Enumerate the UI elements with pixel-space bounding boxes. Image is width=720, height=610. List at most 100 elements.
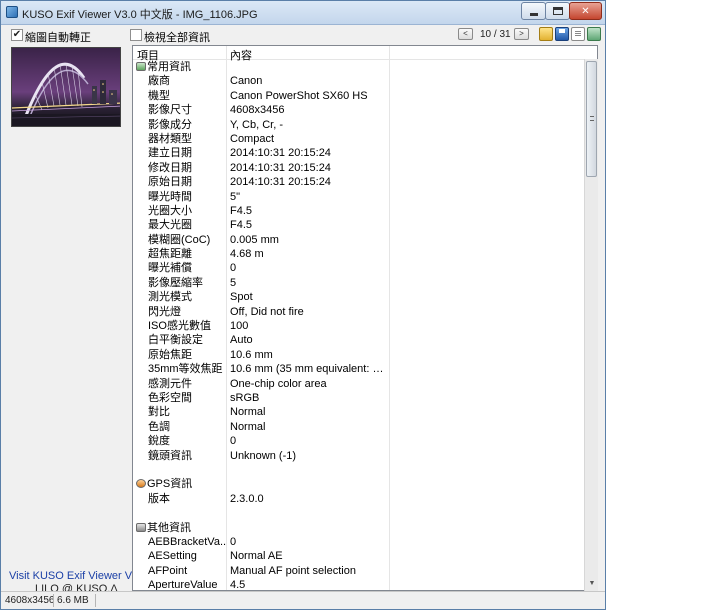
table-row[interactable]: 對比 Normal (133, 405, 597, 419)
table-row[interactable]: 白平衡設定 Auto (133, 333, 597, 347)
content-cell: Canon PowerShot SX60 HS (230, 89, 368, 102)
minimize-button[interactable] (521, 2, 546, 20)
content-cell: One-chip color area (230, 377, 327, 390)
table-header: 項目 內容 (133, 46, 597, 62)
content-cell: Manual AF point selection (230, 564, 356, 577)
table-row[interactable]: 修改日期 2014:10:31 20:15:24 (133, 161, 597, 175)
status-divider (95, 594, 96, 607)
exif-table[interactable]: 項目 內容 常用資訊 廠商 Canon 機型 Canon PowerShot SX60 … (132, 45, 598, 591)
content-cell: Normal (230, 420, 266, 433)
item-cell: 原始日期 (148, 176, 192, 189)
table-row[interactable]: AEBBracketVa... 0 (133, 535, 597, 549)
table-row[interactable]: 最大光圈 F4.5 (133, 218, 597, 232)
table-row[interactable]: 色彩空間 sRGB (133, 391, 597, 405)
item-cell: 機型 (148, 89, 170, 102)
table-group-row[interactable]: GPS資訊 (133, 477, 597, 491)
table-blank-row[interactable] (133, 506, 597, 520)
content-cell: F4.5 (230, 204, 253, 217)
prev-image-button[interactable]: < (458, 28, 473, 40)
status-dimensions: 4608x3456 (5, 595, 55, 606)
app-icon (6, 6, 18, 18)
next-image-button[interactable]: > (514, 28, 529, 40)
table-row[interactable]: 影像壓縮率 5 (133, 276, 597, 290)
table-row[interactable]: AFPoint Manual AF point selection (133, 564, 597, 578)
table-row[interactable]: 閃光燈 Off, Did not fire (133, 305, 597, 319)
table-row[interactable]: 機型 Canon PowerShot SX60 HS (133, 89, 597, 103)
table-row[interactable]: 器材類型 Compact (133, 132, 597, 146)
scroll-down-arrow-icon[interactable]: ▼ (585, 577, 599, 591)
item-cell: 曝光補償 (148, 262, 192, 275)
vertical-scrollbar[interactable]: ▲ ▼ (584, 59, 598, 591)
table-row[interactable]: 建立日期 2014:10:31 20:15:24 (133, 146, 597, 160)
show-all-label[interactable]: 檢視全部資訊 (144, 29, 210, 45)
content-cell: 10.6 mm (230, 348, 273, 361)
table-row[interactable]: 模糊圈(CoC) 0.005 mm (133, 233, 597, 247)
item-cell: 最大光圈 (148, 219, 192, 232)
maximize-button[interactable] (545, 2, 570, 20)
window-title: KUSO Exif Viewer V3.0 中文版 - IMG_1106.JPG (22, 9, 258, 21)
content-cell: 2014:10:31 20:15:24 (230, 161, 331, 174)
table-row[interactable]: 版本 2.3.0.0 (133, 492, 597, 506)
table-row[interactable]: 超焦距離 4.68 m (133, 247, 597, 261)
content-cell: 4.5 (230, 579, 246, 591)
table-group-row[interactable]: 常用資訊 (133, 60, 597, 74)
item-cell: 影像壓縮率 (148, 276, 203, 289)
table-row[interactable]: 色調 Normal (133, 420, 597, 434)
general-info-icon (136, 62, 146, 71)
status-file-size: 6.6 MB (57, 595, 89, 606)
item-cell: 曝光時間 (148, 190, 192, 203)
item-cell: 色彩空間 (148, 391, 192, 404)
table-row[interactable]: 銳度 0 (133, 434, 597, 448)
title-bar[interactable]: KUSO Exif Viewer V3.0 中文版 - IMG_1106.JPG… (1, 1, 605, 25)
document-icon[interactable] (571, 27, 585, 41)
table-row[interactable]: 光圈大小 F4.5 (133, 204, 597, 218)
content-cell: 0 (230, 262, 237, 275)
table-group-row[interactable]: 其他資訊 (133, 521, 597, 535)
auto-rotate-checkbox[interactable]: ✔ (11, 29, 23, 41)
close-button[interactable]: ✕ (569, 2, 602, 20)
save-icon[interactable] (555, 27, 569, 41)
content-cell: 2014:10:31 20:15:24 (230, 176, 331, 189)
show-all-checkbox[interactable] (130, 29, 142, 41)
table-row[interactable]: AESetting Normal AE (133, 549, 597, 563)
item-cell: 超焦距離 (148, 248, 192, 261)
item-cell: 35mm等效焦距 (148, 363, 223, 376)
table-row[interactable]: 曝光時間 5" (133, 190, 597, 204)
table-row[interactable]: 35mm等效焦距 10.6 mm (35 mm equivalent: 59...… (133, 362, 597, 376)
image-thumbnail[interactable] (11, 47, 121, 127)
auto-rotate-label[interactable]: 縮圖自動轉正 (25, 29, 91, 45)
item-cell: 色調 (148, 420, 170, 433)
item-cell: 修改日期 (148, 161, 192, 174)
table-row[interactable]: 曝光補償 0 (133, 261, 597, 275)
content-cell: F4.5 (230, 219, 253, 232)
content-cell: 0 (230, 435, 237, 448)
table-row[interactable]: 測光模式 Spot (133, 290, 597, 304)
content-cell: Y, Cb, Cr, - (230, 118, 283, 131)
open-folder-icon[interactable] (539, 27, 553, 41)
item-cell: 白平衡設定 (148, 334, 203, 347)
status-divider (53, 594, 54, 607)
minimize-icon (529, 12, 538, 16)
settings-icon[interactable] (587, 27, 601, 41)
content-cell: 2014:10:31 20:15:24 (230, 147, 331, 160)
visit-website-link[interactable]: Visit KUSO Exif Viewer V3.0 (9, 570, 147, 582)
table-blank-row[interactable] (133, 463, 597, 477)
table-row[interactable]: 原始焦距 10.6 mm (133, 348, 597, 362)
page-indicator: 10 / 31 (480, 29, 511, 40)
item-cell: 影像成分 (148, 118, 192, 131)
table-row[interactable]: 原始日期 2014:10:31 20:15:24 (133, 175, 597, 189)
table-row[interactable]: ISO感光數值 100 (133, 319, 597, 333)
content-cell: 0 (230, 535, 237, 548)
table-row[interactable]: 廠商 Canon (133, 74, 597, 88)
item-cell: AFPoint (148, 564, 188, 577)
table-row[interactable]: 鏡頭資訊 Unknown (-1) (133, 449, 597, 463)
scroll-thumb[interactable] (586, 61, 597, 177)
table-row[interactable]: 感測元件 One-chip color area (133, 377, 597, 391)
content-cell: 2.3.0.0 (230, 492, 264, 505)
table-row[interactable]: 影像成分 Y, Cb, Cr, - (133, 118, 597, 132)
content-cell: 10.6 mm (35 mm equivalent: 59.... (230, 363, 385, 376)
table-row[interactable]: 影像尺寸 4608x3456 (133, 103, 597, 117)
close-icon: ✕ (581, 5, 590, 17)
content-cell: 5" (230, 190, 241, 203)
table-row[interactable]: ApertureValue 4.5 (133, 578, 597, 591)
